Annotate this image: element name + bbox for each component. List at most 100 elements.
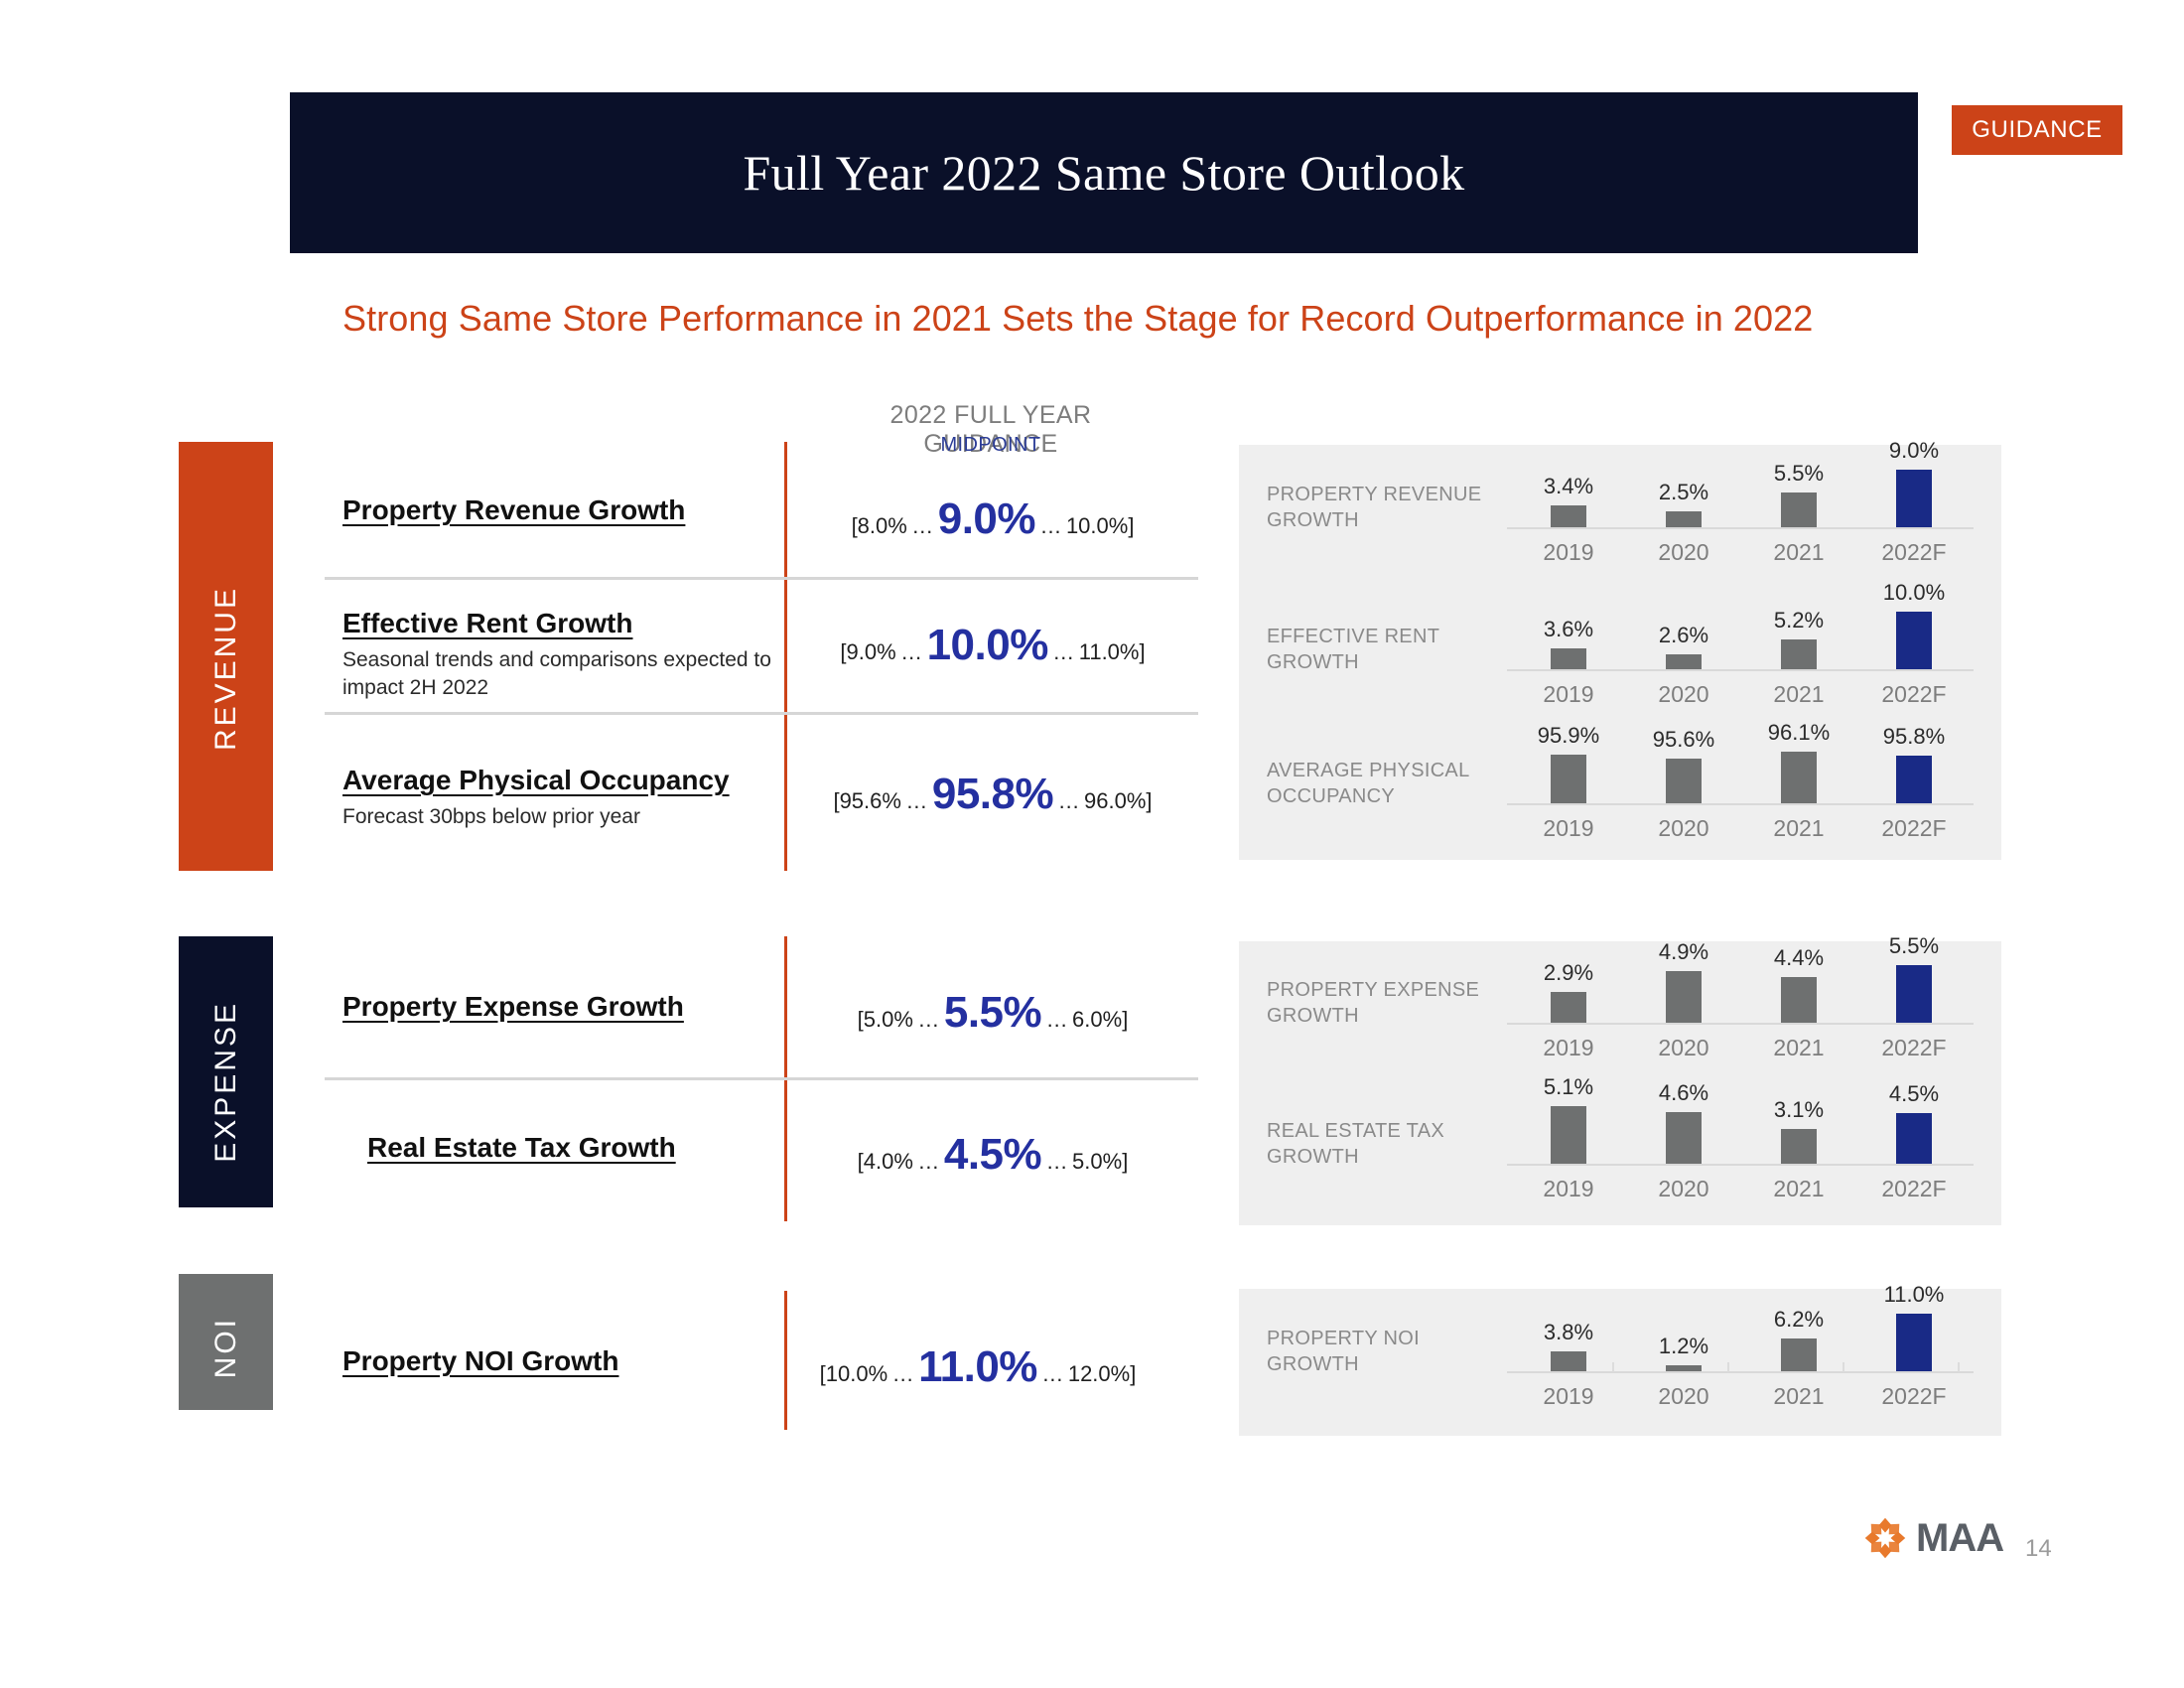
chart-bar: [1666, 759, 1702, 803]
chart-axis-tick: [1612, 1362, 1614, 1372]
chart-bar-group: 2.5% 2020: [1640, 445, 1727, 592]
range-low: [95.6%: [833, 788, 901, 813]
chart-bar-value: 95.8%: [1882, 724, 1946, 749]
chart-category-label: 2021: [1773, 1035, 1825, 1060]
guidance-range: [8.0% … 9.0% … 10.0%]: [814, 494, 1171, 544]
chart-axis-tick: [1843, 1362, 1844, 1372]
chart-bar-value: 11.0%: [1883, 1282, 1945, 1307]
metric-row: Average Physical Occupancy Forecast 30bp…: [342, 765, 779, 831]
chart-title: PROPERTY EXPENSE GROWTH: [1267, 979, 1480, 1028]
chart-bar-group: 4.4% 2021: [1755, 941, 1843, 1086]
chart-bar-group: 96.1% 2021: [1755, 720, 1843, 860]
chart-category-label: 2022F: [1881, 1176, 1947, 1201]
chart-bar-group: 11.0% 2022F: [1870, 1282, 1958, 1436]
range-dots: …: [1039, 513, 1062, 538]
chart-bar-group: 4.6% 2020: [1640, 1080, 1727, 1225]
chart-bar: [1896, 1113, 1932, 1164]
chart-bar-group: 3.4% 2019: [1525, 445, 1612, 592]
range-high: 10.0%]: [1065, 513, 1135, 538]
range-dots: …: [911, 513, 934, 538]
chart-category-label: 2019: [1543, 1176, 1594, 1201]
range-high: 6.0%]: [1072, 1007, 1129, 1032]
range-low: [8.0%: [851, 513, 907, 538]
chart-bar-value: 95.9%: [1537, 723, 1600, 748]
chart-bar: [1666, 654, 1702, 669]
chart-category-label: 2022F: [1881, 815, 1947, 841]
chart-title: EFFECTIVE RENT GROWTH: [1267, 626, 1440, 674]
range-dots: …: [1052, 639, 1075, 664]
chart-property-revenue-growth: PROPERTY REVENUE GROWTH 3.4% 2019 2.5% 2020 5.…: [1239, 438, 2001, 592]
chart-bar-value: 96.1%: [1767, 720, 1831, 745]
chart-category-label: 2021: [1773, 1383, 1825, 1409]
chart-plot-area: 5.1% 2019 4.6% 2020 3.1% 2021 4.5% 2022F: [1507, 1074, 1981, 1225]
chart-bar-value: 3.8%: [1543, 1320, 1594, 1344]
chart-bar-group: 10.0% 2022F: [1870, 580, 1958, 731]
chart-bar-group: 3.6% 2019: [1525, 592, 1612, 731]
chart-category-label: 2021: [1773, 815, 1825, 841]
chart-title: PROPERTY REVENUE GROWTH: [1267, 484, 1482, 532]
chart-plot-area: 3.4% 2019 2.5% 2020 5.5% 2021 9.0% 2022F: [1507, 438, 1981, 592]
chart-category-label: 2022F: [1881, 539, 1947, 565]
guidance-range: [9.0% … 10.0% … 11.0%]: [814, 621, 1171, 670]
chart-title: AVERAGE PHYSICAL OCCUPANCY: [1267, 760, 1470, 808]
section-tab-revenue-label: REVENUE: [208, 585, 242, 752]
chart-bar: [1781, 639, 1817, 669]
divider-vertical-noi: [784, 1291, 787, 1430]
section-tab-revenue: REVENUE: [179, 442, 273, 871]
chart-bar-group: 95.6% 2020: [1640, 727, 1727, 860]
chart-plot-area: 3.6% 2019 2.6% 2020 5.2% 2021 10.0% 2022F: [1507, 580, 1981, 731]
range-low: [9.0%: [840, 639, 896, 664]
range-dots: …: [917, 1007, 940, 1032]
chart-bar: [1551, 1106, 1586, 1164]
chart-title: PROPERTY NOI GROWTH: [1267, 1328, 1421, 1376]
chart-category-label: 2020: [1658, 681, 1709, 707]
chart-plot-area: 2.9% 2019 4.9% 2020 4.4% 2021 5.5% 2022F: [1507, 933, 1981, 1086]
section-tab-noi-label: NOI: [208, 1317, 242, 1379]
range-low: [10.0%: [819, 1361, 888, 1386]
chart-bar: [1896, 965, 1932, 1023]
chart-bar: [1666, 511, 1702, 527]
page-title: Full Year 2022 Same Store Outlook: [743, 145, 1465, 201]
range-dots: …: [1045, 1149, 1068, 1174]
chart-category-label: 2021: [1773, 681, 1825, 707]
chart-category-label: 2019: [1543, 815, 1594, 841]
chart-category-label: 2021: [1773, 539, 1825, 565]
range-low: [4.0%: [857, 1149, 913, 1174]
metric-row: Real Estate Tax Growth: [367, 1132, 804, 1171]
maa-logo: MAA: [1862, 1515, 2004, 1561]
chart-bar: [1896, 1314, 1932, 1371]
chart-bar-value: 3.4%: [1543, 474, 1594, 498]
metric-row: Effective Rent Growth Seasonal trends an…: [342, 608, 779, 701]
metric-title: Average Physical Occupancy: [342, 765, 730, 795]
chart-bar-value: 95.6%: [1652, 727, 1715, 752]
range-midpoint: 4.5%: [943, 1130, 1042, 1179]
chart-bar-value: 10.0%: [1882, 580, 1946, 605]
chart-bar-value: 1.2%: [1658, 1334, 1709, 1358]
chart-axis-tick: [1958, 1362, 1960, 1372]
chart-panel-noi: PROPERTY NOI GROWTH 3.8% 2019 1.2% 2020 6.2% 20…: [1239, 1282, 2001, 1436]
range-midpoint: 11.0%: [918, 1342, 1037, 1391]
divider-horizontal-2: [325, 712, 1198, 715]
maa-wordmark: MAA: [1916, 1515, 2004, 1560]
chart-bar-value: 3.1%: [1773, 1097, 1825, 1122]
chart-bar: [1781, 752, 1817, 803]
chart-plot-area: 3.8% 2019 1.2% 2020 6.2% 2021 11.0% 2022F: [1507, 1282, 1981, 1436]
range-dots: …: [917, 1149, 940, 1174]
chart-bar-group: 5.5% 2021: [1755, 445, 1843, 592]
range-high: 12.0%]: [1067, 1361, 1137, 1386]
range-midpoint: 5.5%: [943, 988, 1042, 1037]
chart-category-label: 2020: [1658, 815, 1709, 841]
chart-average-physical-occupancy: AVERAGE PHYSICAL OCCUPANCY 95.9% 2019 95.6% 2…: [1239, 720, 2001, 860]
chart-category-label: 2019: [1543, 681, 1594, 707]
metric-title: Real Estate Tax Growth: [367, 1132, 676, 1163]
range-dots: …: [900, 639, 923, 664]
chart-bar: [1551, 505, 1586, 527]
section-tab-noi: NOI: [179, 1274, 273, 1410]
chart-bar-group: 4.9% 2020: [1640, 939, 1727, 1086]
chart-category-label: 2019: [1543, 539, 1594, 565]
range-midpoint: 9.0%: [937, 494, 1036, 543]
chart-property-expense-growth: PROPERTY EXPENSE GROWTH 2.9% 2019 4.9% 2020 4.…: [1239, 933, 2001, 1086]
chart-bar: [1551, 1351, 1586, 1371]
chart-bar-group: 5.2% 2021: [1755, 592, 1843, 731]
range-high: 5.0%]: [1072, 1149, 1129, 1174]
